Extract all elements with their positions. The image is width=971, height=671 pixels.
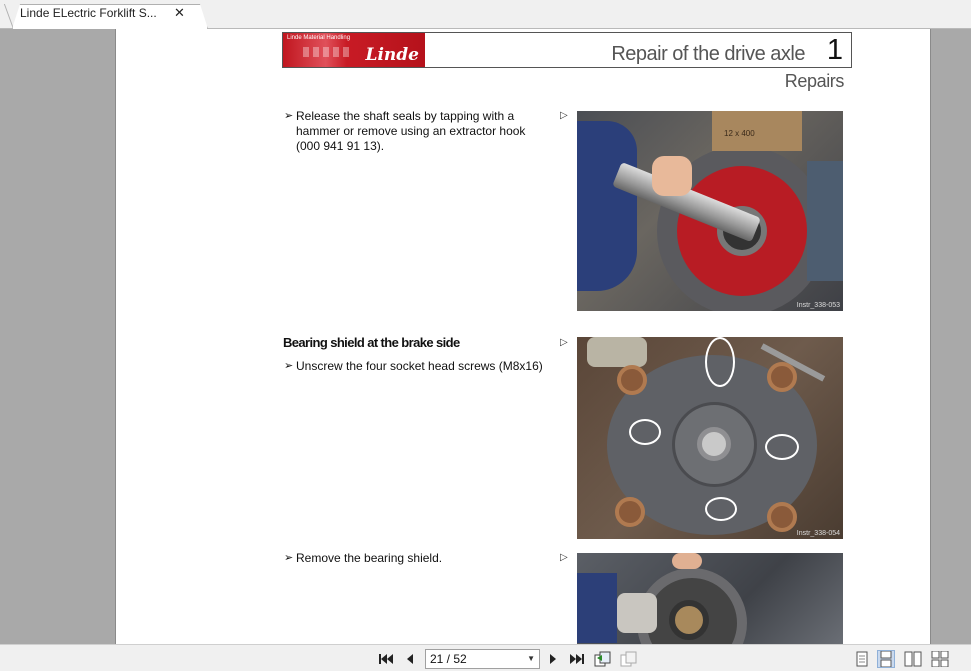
- step-text: Remove the bearing shield.: [296, 551, 443, 565]
- first-page-icon[interactable]: [377, 650, 395, 668]
- navigation-toolbar: 21 / 52 ▼: [0, 644, 971, 671]
- tab-close-icon[interactable]: ✕: [174, 5, 185, 21]
- step-text: Unscrew the four socket head screws (M8x…: [296, 359, 543, 373]
- figure-ref-arrow-icon: ▷: [560, 110, 568, 121]
- step-text: Release the shaft seals by tapping with …: [296, 109, 526, 153]
- photo-shaft-seal-removal: 12 x 400 Instr_338-053: [577, 111, 843, 311]
- figure-ref-arrow-icon: ▷: [560, 552, 568, 563]
- page-number-input[interactable]: 21 / 52 ▼: [425, 649, 540, 669]
- bullet-arrow-icon: ➢: [284, 552, 294, 564]
- page-dropdown-icon[interactable]: ▼: [527, 650, 535, 668]
- previous-view-icon[interactable]: [594, 650, 612, 668]
- bullet-arrow-icon: ➢: [284, 360, 294, 372]
- tab-bar: Linde ELectric Forklift S... ✕: [0, 0, 971, 29]
- screw-marker: [629, 419, 661, 445]
- page-header: Linde Material Handling Linde Repair of …: [282, 32, 852, 68]
- continuous-view-icon[interactable]: [877, 650, 895, 668]
- single-page-view-icon[interactable]: [853, 650, 871, 668]
- section-number: 1: [826, 34, 843, 66]
- logo-pattern: [303, 47, 353, 57]
- logo-brand: Linde: [365, 45, 419, 65]
- last-page-icon[interactable]: [568, 650, 586, 668]
- section-title: Repair of the drive axle: [611, 43, 805, 65]
- next-view-icon[interactable]: [620, 650, 638, 668]
- linde-logo: Linde Material Handling Linde: [283, 33, 425, 67]
- screw-marker: [765, 434, 799, 460]
- bullet-arrow-icon: ➢: [284, 110, 294, 122]
- previous-page-icon[interactable]: [401, 650, 419, 668]
- continuous-facing-view-icon[interactable]: [931, 650, 949, 668]
- screw-marker: [705, 337, 735, 387]
- figure-ref-arrow-icon: ▷: [560, 337, 568, 348]
- pdf-page: Linde Material Handling Linde Repair of …: [115, 29, 931, 644]
- next-page-icon[interactable]: [544, 650, 562, 668]
- logo-tagline: Linde Material Handling: [287, 35, 351, 41]
- tab-title[interactable]: Linde ELectric Forklift S...: [20, 6, 157, 20]
- photo-bearing-shield-screws: Instr_338-054: [577, 337, 843, 539]
- screw-marker: [705, 497, 737, 521]
- page-number-text[interactable]: 21 / 52: [430, 652, 467, 666]
- document-viewer[interactable]: Linde Material Handling Linde Repair of …: [0, 29, 971, 644]
- photo-bearing-shield-removal: [577, 553, 843, 644]
- heading-bearing-shield: Bearing shield at the brake side: [283, 335, 460, 350]
- tab-stub: [0, 4, 14, 29]
- photo-id: Instr_338-053: [796, 302, 840, 309]
- subsection-title: Repairs: [784, 71, 845, 91]
- box-label: 12 x 400: [724, 129, 755, 138]
- photo-id: Instr_338-054: [796, 530, 840, 537]
- facing-view-icon[interactable]: [904, 650, 922, 668]
